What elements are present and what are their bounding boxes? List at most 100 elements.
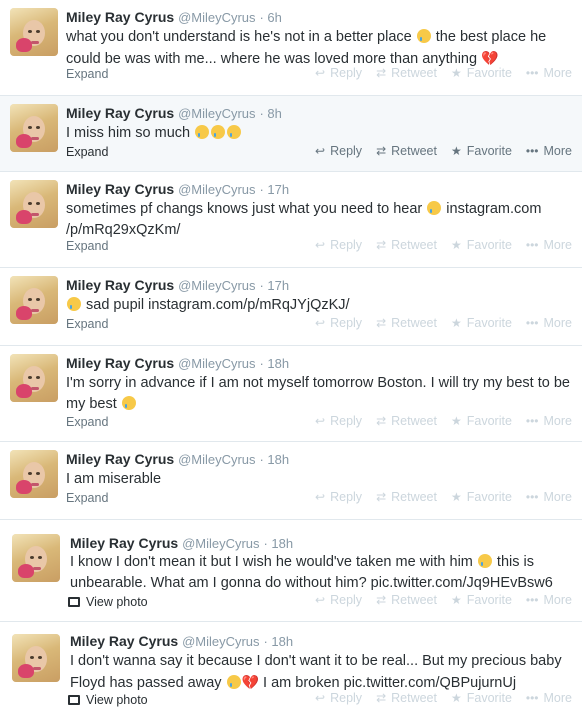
reply-button[interactable]: ↩ Reply [315,66,362,80]
tweet-actions: ↩ Reply ⇄ Retweet ★ Favorite ••• More [315,691,572,705]
reply-button[interactable]: ↩ Reply [315,316,362,330]
star-icon: ★ [450,414,462,428]
retweet-button[interactable]: ⇄ Retweet [376,316,437,330]
expand-link[interactable]: Expand [66,145,108,159]
favorite-button[interactable]: ★ Favorite [451,238,512,252]
instagram-link-cont[interactable]: /p/mRq29xQzKm/ [66,222,180,238]
favorite-button[interactable]: ★ Favorite [451,66,512,80]
more-button[interactable]: ••• More [526,66,572,80]
user-handle[interactable]: @MileyCyrus [178,10,255,25]
reply-button[interactable]: ↩ Reply [315,414,362,428]
tweet-header: Miley Ray Cyrus @MileyCyrus · 17h [66,180,289,199]
expand-link[interactable]: Expand [66,415,108,429]
user-handle[interactable]: @MileyCyrus [178,106,255,121]
photo-link[interactable]: pic.twitter.com/Jq9HEvBsw6 [371,575,553,591]
star-icon: ★ [450,144,462,158]
favorite-button[interactable]: ★ Favorite [451,144,512,158]
avatar[interactable] [10,104,58,152]
instagram-link[interactable]: instagram.com [442,201,541,217]
user-name[interactable]: Miley Ray Cyrus [66,181,174,197]
ellipsis-icon: ••• [525,144,539,158]
tweet[interactable]: Miley Ray Cyrus @MileyCyrus · 17h sad pu… [0,268,582,346]
tweet-header: Miley Ray Cyrus @MileyCyrus · 18h [66,450,289,469]
user-name[interactable]: Miley Ray Cyrus [66,355,174,371]
retweet-button[interactable]: ⇄ Retweet [376,66,437,80]
more-button[interactable]: ••• More [526,414,572,428]
view-photo-button[interactable]: View photo [68,693,148,707]
tweet-time[interactable]: · 18h [263,634,293,649]
favorite-button[interactable]: ★ Favorite [451,316,512,330]
retweet-button[interactable]: ⇄ Retweet [376,144,437,158]
crying-face-icon [477,554,492,568]
expand-link[interactable]: Expand [66,67,108,81]
user-handle[interactable]: @MileyCyrus [178,452,255,467]
favorite-button[interactable]: ★ Favorite [451,414,512,428]
avatar[interactable] [10,276,58,324]
retweet-button[interactable]: ⇄ Retweet [376,593,437,607]
tweet[interactable]: Miley Ray Cyrus @MileyCyrus · 18h I am m… [0,442,582,520]
favorite-button[interactable]: ★ Favorite [451,490,512,504]
avatar[interactable] [10,8,58,56]
tweet-actions: ↩ Reply ⇄ Retweet ★ Favorite ••• More [315,144,572,158]
reply-button[interactable]: ↩ Reply [315,490,362,504]
user-handle[interactable]: @MileyCyrus [178,356,255,371]
avatar[interactable] [10,450,58,498]
expand-link[interactable]: Expand [66,239,108,253]
tweet[interactable]: Miley Ray Cyrus @MileyCyrus · 17h someti… [0,172,582,268]
reply-button[interactable]: ↩ Reply [315,691,362,705]
photo-icon [68,597,80,607]
tweet[interactable]: Miley Ray Cyrus @MileyCyrus · 18h I'm so… [0,346,582,442]
tweet-time[interactable]: · 18h [259,356,289,371]
photo-link[interactable]: pic.twitter.com/QBPujurnUj [344,675,516,691]
user-name[interactable]: Miley Ray Cyrus [66,105,174,121]
tweet-time[interactable]: · 6h [259,10,281,25]
reply-button[interactable]: ↩ Reply [315,144,362,158]
retweet-button[interactable]: ⇄ Retweet [376,238,437,252]
user-handle[interactable]: @MileyCyrus [178,278,255,293]
reply-button[interactable]: ↩ Reply [315,593,362,607]
favorite-button[interactable]: ★ Favorite [451,593,512,607]
tweet[interactable]: Miley Ray Cyrus @MileyCyrus · 18h I know… [0,520,582,622]
avatar[interactable] [10,180,58,228]
more-button[interactable]: ••• More [526,490,572,504]
tweet[interactable]: Miley Ray Cyrus @MileyCyrus · 8h I miss … [0,96,582,172]
user-handle[interactable]: @MileyCyrus [182,536,259,551]
instagram-link[interactable]: instagram.com/p/mRqJYjQzKJ/ [148,297,349,313]
avatar[interactable] [12,534,60,582]
user-name[interactable]: Miley Ray Cyrus [66,277,174,293]
avatar[interactable] [12,634,60,682]
more-button[interactable]: ••• More [526,144,572,158]
more-button[interactable]: ••• More [526,238,572,252]
user-name[interactable]: Miley Ray Cyrus [70,633,178,649]
avatar[interactable] [10,354,58,402]
user-name[interactable]: Miley Ray Cyrus [66,451,174,467]
tweet-time[interactable]: · 8h [259,106,281,121]
tweet-time[interactable]: · 17h [259,278,289,293]
view-photo-button[interactable]: View photo [68,595,148,609]
tweet-time[interactable]: · 17h [259,182,289,197]
retweet-button[interactable]: ⇄ Retweet [376,691,437,705]
favorite-button[interactable]: ★ Favorite [451,691,512,705]
expand-link[interactable]: Expand [66,491,108,505]
reply-button[interactable]: ↩ Reply [315,238,362,252]
retweet-icon: ⇄ [376,691,387,705]
broken-heart-icon: 💔 [241,674,259,690]
retweet-button[interactable]: ⇄ Retweet [376,414,437,428]
tweet[interactable]: Miley Ray Cyrus @MileyCyrus · 6h what yo… [0,0,582,96]
user-name[interactable]: Miley Ray Cyrus [70,535,178,551]
user-handle[interactable]: @MileyCyrus [182,634,259,649]
expand-link[interactable]: Expand [66,317,108,331]
reply-icon: ↩ [315,691,326,705]
user-handle[interactable]: @MileyCyrus [178,182,255,197]
tweet-actions: ↩ Reply ⇄ Retweet ★ Favorite ••• More [315,66,572,80]
tweet-time[interactable]: · 18h [263,536,293,551]
more-button[interactable]: ••• More [526,691,572,705]
user-name[interactable]: Miley Ray Cyrus [66,9,174,25]
retweet-button[interactable]: ⇄ Retweet [376,490,437,504]
photo-icon [68,695,80,705]
tweet[interactable]: Miley Ray Cyrus @MileyCyrus · 18h I don'… [0,622,582,725]
reply-icon: ↩ [315,66,326,80]
tweet-time[interactable]: · 18h [259,452,289,467]
more-button[interactable]: ••• More [526,316,572,330]
more-button[interactable]: ••• More [526,593,572,607]
